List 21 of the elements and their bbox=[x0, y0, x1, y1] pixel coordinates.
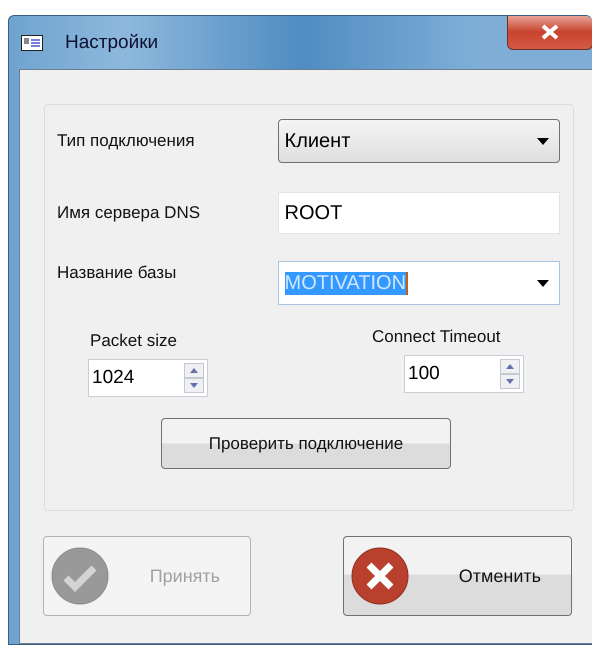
cancel-icon bbox=[351, 547, 409, 605]
cancel-button[interactable]: Отменить bbox=[343, 536, 572, 616]
field-label: Тип подключения bbox=[57, 131, 196, 151]
form-icon bbox=[21, 34, 43, 50]
field-label: Packet size bbox=[90, 331, 178, 351]
close-button[interactable] bbox=[507, 16, 592, 50]
field-label: Название базы bbox=[57, 263, 178, 283]
test-connection-button[interactable]: Проверить подключение bbox=[161, 418, 451, 469]
spinner-arrows-icon[interactable] bbox=[184, 363, 204, 393]
close-icon bbox=[539, 23, 561, 41]
number-spinner[interactable]: 100 bbox=[404, 355, 524, 393]
input-field[interactable]: ROOT bbox=[278, 192, 560, 234]
dropdown-arrow-icon bbox=[537, 138, 549, 144]
field-label: Connect Timeout bbox=[372, 327, 502, 347]
number-spinner[interactable]: 1024 bbox=[88, 359, 208, 397]
dropdown[interactable]: Клиент bbox=[278, 119, 560, 163]
check-icon bbox=[51, 547, 109, 605]
window-title: Настройки bbox=[65, 32, 158, 54]
dropdown-arrow-icon bbox=[537, 280, 549, 286]
field-label: Имя сервера DNS bbox=[57, 203, 202, 223]
spinner-arrows-icon[interactable] bbox=[500, 359, 520, 389]
